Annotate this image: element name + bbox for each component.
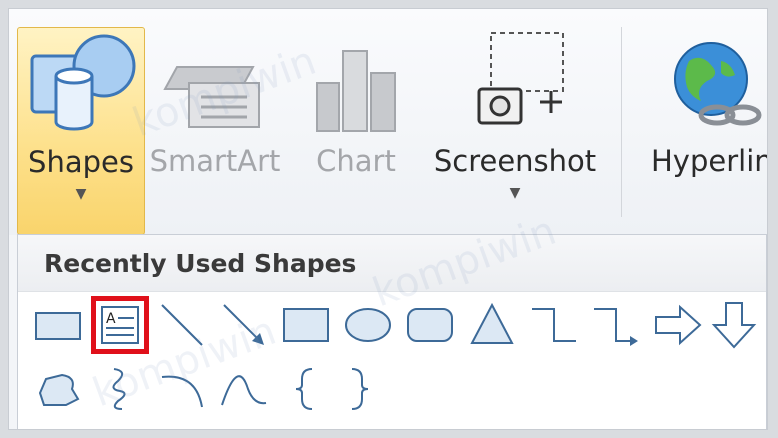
chart-button[interactable]: Chart bbox=[301, 27, 411, 235]
rectangle-icon[interactable] bbox=[32, 299, 84, 351]
arc-icon[interactable] bbox=[156, 363, 208, 415]
elbow-arrow-connector-icon[interactable] bbox=[590, 299, 642, 351]
hyperlink-label: Hyperlin bbox=[651, 144, 768, 178]
arrow-icon[interactable] bbox=[218, 299, 270, 351]
hyperlink-icon bbox=[639, 27, 767, 137]
oval-icon[interactable] bbox=[342, 299, 394, 351]
app-window: Shapes ▼ SmartArt Chart Screenshot ▼ Hyp… bbox=[8, 8, 768, 430]
chart-label: Chart bbox=[316, 144, 396, 178]
chevron-down-icon: ▼ bbox=[75, 186, 87, 202]
shapes-button[interactable]: Shapes ▼ bbox=[17, 27, 145, 235]
smartart-icon bbox=[155, 27, 275, 137]
rounded-rectangle-icon[interactable] bbox=[404, 299, 456, 351]
down-arrow-icon[interactable] bbox=[708, 299, 760, 351]
gallery-header: Recently Used Shapes bbox=[18, 235, 766, 292]
left-brace-icon[interactable] bbox=[280, 363, 332, 415]
screenshot-button[interactable]: Screenshot ▼ bbox=[425, 27, 605, 235]
shapes-icon bbox=[18, 28, 144, 138]
triangle-icon[interactable] bbox=[466, 299, 518, 351]
right-brace-icon[interactable] bbox=[332, 363, 384, 415]
scribble-icon[interactable] bbox=[94, 363, 146, 415]
smartart-label: SmartArt bbox=[149, 144, 281, 178]
screenshot-icon bbox=[425, 27, 605, 137]
curve-icon[interactable] bbox=[218, 363, 270, 415]
shapes-label: Shapes bbox=[28, 145, 134, 179]
shapes-gallery: Recently Used Shapes A bbox=[17, 234, 767, 429]
chevron-down-icon: ▼ bbox=[509, 185, 521, 201]
freeform-icon[interactable] bbox=[32, 363, 84, 415]
text-box-icon[interactable]: A bbox=[91, 296, 149, 354]
chart-icon bbox=[301, 27, 411, 137]
gallery-title: Recently Used Shapes bbox=[44, 249, 357, 278]
hyperlink-button[interactable]: Hyperlin bbox=[639, 27, 767, 235]
elbow-connector-icon[interactable] bbox=[528, 299, 580, 351]
right-arrow-icon[interactable] bbox=[652, 299, 704, 351]
insert-ribbon: Shapes ▼ SmartArt Chart Screenshot ▼ Hyp… bbox=[9, 9, 767, 235]
screenshot-label: Screenshot bbox=[433, 144, 597, 178]
smartart-button[interactable]: SmartArt bbox=[150, 27, 280, 235]
ribbon-separator bbox=[621, 27, 622, 217]
line-icon[interactable] bbox=[156, 299, 208, 351]
rectangle-icon[interactable] bbox=[280, 299, 332, 351]
svg-text:A: A bbox=[106, 311, 116, 327]
